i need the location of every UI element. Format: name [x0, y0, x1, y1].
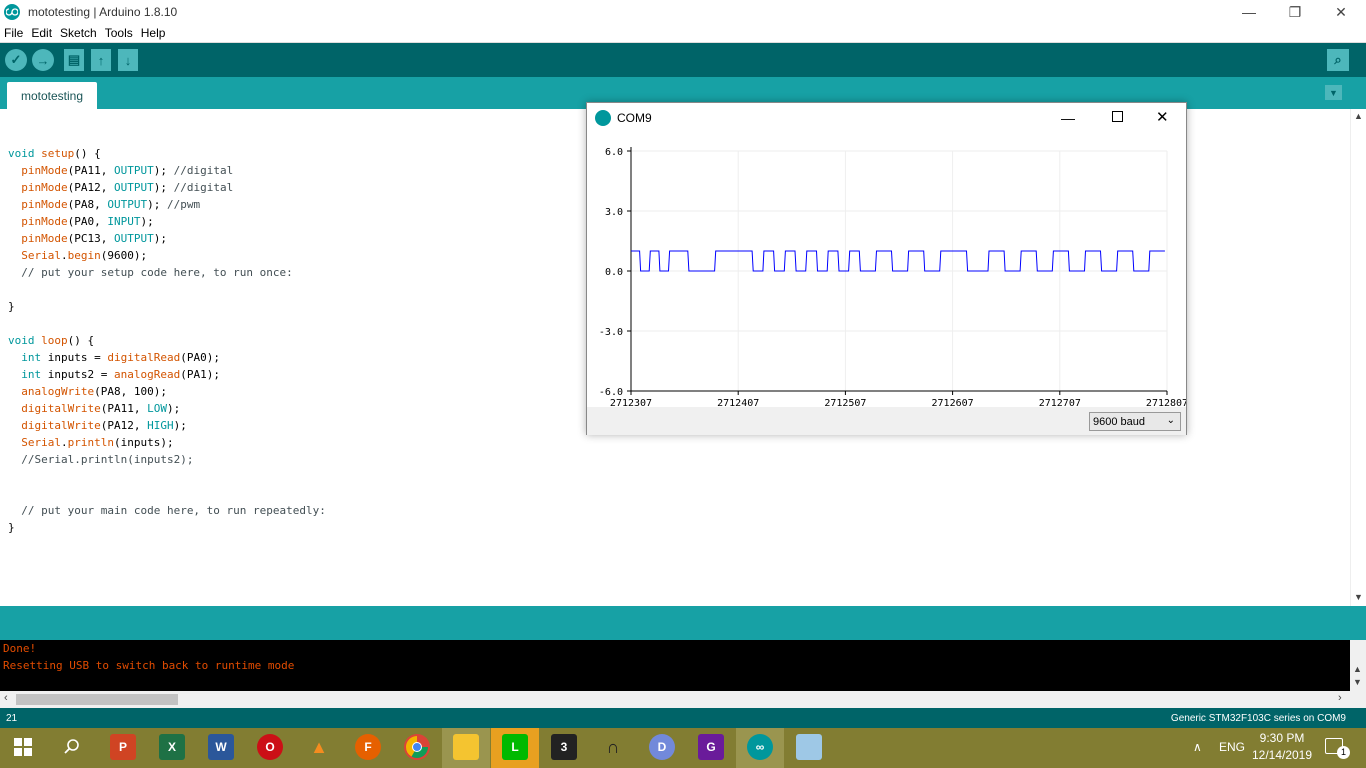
- baud-select[interactable]: 9600 baud ⌄: [1089, 412, 1181, 431]
- arduino-logo-icon: [595, 110, 611, 126]
- open-button[interactable]: ↑: [91, 49, 111, 71]
- scroll-down-icon[interactable]: ▼: [1353, 677, 1362, 687]
- toolbar: ✓ → ▤ ↑ ↓ ⌕: [0, 43, 1366, 77]
- save-button[interactable]: ↓: [118, 49, 138, 71]
- media-player-icon[interactable]: 3: [551, 734, 577, 760]
- excel-icon[interactable]: X: [159, 734, 185, 760]
- code-line: pinMode(PA12, OUTPUT); //digital: [21, 181, 234, 194]
- close-icon[interactable]: ✕: [1156, 108, 1169, 126]
- code-line: void loop() {: [8, 334, 95, 347]
- code-line: digitalWrite(PA11, LOW);: [21, 402, 181, 415]
- menu-file[interactable]: File: [0, 26, 27, 40]
- firefox-icon[interactable]: F: [355, 734, 381, 760]
- code-line: Serial.begin(9600);: [21, 249, 148, 262]
- plotter-title-bar: COM9 — ✕: [587, 103, 1186, 133]
- code-line: }: [8, 521, 15, 534]
- menu-bar: File Edit Sketch Tools Help: [0, 24, 1366, 43]
- line-app-icon[interactable]: L: [502, 734, 528, 760]
- clock-date: 12/14/2019: [1251, 748, 1313, 762]
- clock[interactable]: 9:30 PM 12/14/2019: [1250, 731, 1314, 762]
- powerpoint-icon[interactable]: P: [110, 734, 136, 760]
- chevron-up-icon[interactable]: ∧: [1193, 740, 1202, 754]
- taskbar: P X W O ▲ F L 3 ∩ D G ∞ ∧ ENG 9:30 PM 12…: [0, 728, 1366, 768]
- code-line: // put your main code here, to run repea…: [21, 504, 326, 517]
- serial-monitor-icon[interactable]: ⌕: [1327, 49, 1349, 71]
- y-tick-label: 0.0: [605, 267, 623, 278]
- code-line: //Serial.println(inputs2);: [21, 453, 194, 466]
- tab-mototesting[interactable]: mototesting: [7, 82, 97, 109]
- editor-vertical-scrollbar[interactable]: ▲ ▼: [1350, 109, 1366, 606]
- minimize-icon[interactable]: —: [1061, 110, 1075, 126]
- code-line: pinMode(PA11, OUTPUT); //digital: [21, 164, 234, 177]
- serial-plot-chart: 6.03.00.0-3.0-6.02712307 2712407 2712507 27…: [599, 147, 1186, 408]
- clock-time: 9:30 PM: [1259, 731, 1305, 745]
- discord-icon[interactable]: D: [649, 734, 675, 760]
- plotter-footer: 9600 baud ⌄: [587, 407, 1186, 435]
- code-line: pinMode(PA8, OUTPUT); //pwm: [21, 198, 201, 211]
- pdf-app-icon[interactable]: G: [698, 734, 724, 760]
- title-bar: mototesting | Arduino 1.8.10 — ❐ ✕: [0, 0, 1366, 24]
- arduino-logo-icon: [4, 4, 20, 20]
- code-line: Serial.println(inputs);: [21, 436, 174, 449]
- y-tick-label: -3.0: [599, 327, 623, 338]
- line-number: 21: [6, 713, 18, 724]
- close-icon[interactable]: ✕: [1318, 0, 1364, 24]
- opera-icon[interactable]: O: [257, 734, 283, 760]
- file-explorer-icon[interactable]: [453, 734, 479, 760]
- scroll-down-icon[interactable]: ▼: [1354, 592, 1363, 602]
- notification-badge: 1: [1337, 746, 1350, 759]
- code-line: int inputs2 = analogRead(PA1);: [21, 368, 220, 381]
- console-line: Done!: [3, 642, 37, 655]
- code-line: }: [8, 300, 15, 313]
- windows-start-icon[interactable]: [10, 734, 36, 760]
- series-line: [631, 250, 1165, 272]
- console-output: Done! Resetting USB to switch back to ru…: [0, 640, 1350, 691]
- code-line: void setup() {: [8, 147, 101, 160]
- code-line: // put your setup code here, to run once…: [21, 266, 293, 279]
- headphones-icon[interactable]: ∩: [600, 734, 626, 760]
- chevron-down-icon: ⌄: [1166, 415, 1175, 426]
- code-line: pinMode(PA0, INPUT);: [21, 215, 154, 228]
- upload-button[interactable]: →: [32, 49, 54, 71]
- arduino-taskbar-icon[interactable]: ∞: [747, 734, 773, 760]
- verify-button[interactable]: ✓: [5, 49, 27, 71]
- status-bar: 21 Generic STM32F103C series on COM9: [0, 708, 1366, 730]
- menu-tools[interactable]: Tools: [101, 26, 137, 40]
- plotter-title: COM9: [617, 111, 652, 125]
- minimize-icon[interactable]: —: [1226, 0, 1272, 24]
- maximize-icon[interactable]: [1112, 111, 1123, 122]
- horizontal-scrollbar[interactable]: ‹ ›: [0, 691, 1366, 708]
- code-line: int inputs = digitalRead(PA0);: [21, 351, 220, 364]
- window-title: mototesting | Arduino 1.8.10: [28, 5, 178, 19]
- search-icon[interactable]: [59, 734, 85, 760]
- code-line: analogWrite(PA8, 100);: [21, 385, 167, 398]
- console-header: [0, 606, 1366, 640]
- board-info: Generic STM32F103C series on COM9: [1170, 713, 1346, 724]
- menu-help[interactable]: Help: [137, 26, 170, 40]
- serial-plotter-window: COM9 — ✕ 6.0 3.0 0.0 -3.0 -6.0 2712307 2712407…: [586, 102, 1187, 435]
- code-line: digitalWrite(PA12, HIGH);: [21, 419, 187, 432]
- menu-edit[interactable]: Edit: [27, 26, 56, 40]
- new-file-button[interactable]: ▤: [64, 49, 84, 71]
- scroll-up-icon[interactable]: ▲: [1354, 111, 1363, 121]
- code-line: pinMode(PC13, OUTPUT);: [21, 232, 167, 245]
- baud-value: 9600 baud: [1093, 415, 1145, 428]
- word-icon[interactable]: W: [208, 734, 234, 760]
- vlc-icon[interactable]: ▲: [306, 734, 332, 760]
- chrome-icon[interactable]: [404, 734, 430, 760]
- console-scrollbar[interactable]: ▲ ▼: [1350, 640, 1366, 691]
- restore-icon[interactable]: ❐: [1272, 0, 1318, 24]
- notepad-icon[interactable]: [796, 734, 822, 760]
- menu-sketch[interactable]: Sketch: [56, 26, 101, 40]
- scroll-left-icon[interactable]: ‹: [4, 692, 8, 704]
- language-indicator[interactable]: ENG: [1219, 740, 1245, 754]
- y-tick-label: 6.0: [605, 147, 623, 158]
- scrollbar-thumb[interactable]: [16, 694, 178, 705]
- tab-menu-chevron-icon[interactable]: ▼: [1325, 85, 1342, 100]
- console-line: Resetting USB to switch back to runtime …: [3, 659, 295, 672]
- y-tick-label: -6.0: [599, 387, 623, 398]
- scroll-right-icon[interactable]: ›: [1338, 692, 1342, 704]
- y-tick-label: 3.0: [605, 207, 623, 218]
- scroll-up-icon[interactable]: ▲: [1353, 664, 1362, 674]
